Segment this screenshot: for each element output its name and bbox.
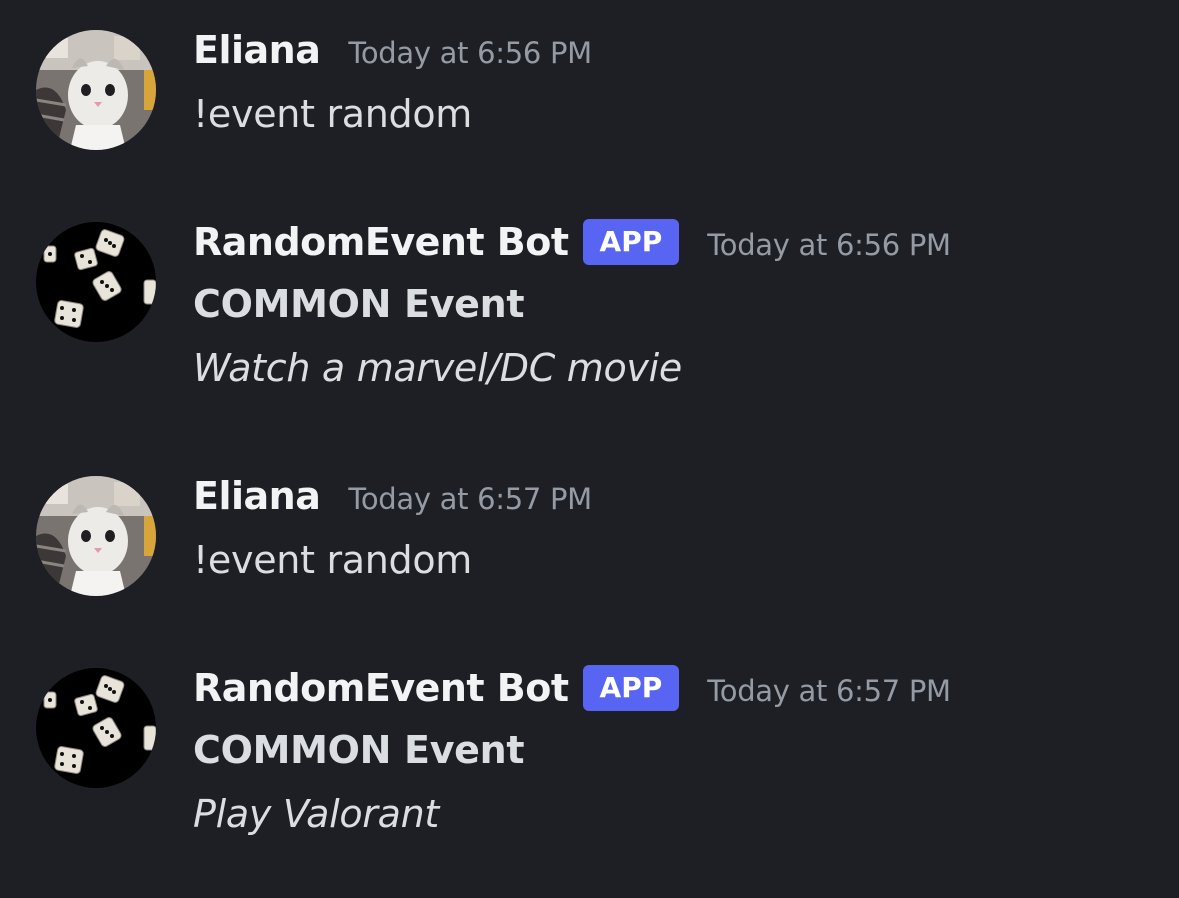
author-name[interactable]: Eliana [193, 28, 321, 72]
message-timestamp: Today at 6:56 PM [348, 36, 592, 70]
app-badge: APP [582, 665, 680, 711]
message-header: RandomEvent Bot APP Today at 6:56 PM [193, 219, 951, 269]
event-title: COMMON Event [193, 728, 525, 772]
author-name[interactable]: Eliana [193, 474, 321, 518]
message-content: !event random [193, 92, 473, 136]
message-content: !event random [193, 538, 473, 582]
cat-avatar[interactable] [36, 476, 156, 596]
message-timestamp: Today at 6:56 PM [707, 228, 951, 262]
dice-avatar[interactable] [36, 668, 156, 788]
dice-avatar[interactable] [36, 222, 156, 342]
chat-message-list: Eliana Today at 6:56 PM !event random Ra… [0, 0, 1179, 898]
message-header: Eliana Today at 6:56 PM [193, 28, 592, 72]
event-description: Watch a marvel/DC movie [193, 346, 682, 390]
cat-avatar[interactable] [36, 30, 156, 150]
app-badge: APP [582, 219, 680, 265]
author-name[interactable]: RandomEvent Bot [193, 666, 569, 710]
event-description: Play Valorant [193, 792, 439, 836]
author-name[interactable]: RandomEvent Bot [193, 220, 569, 264]
message-timestamp: Today at 6:57 PM [707, 674, 951, 708]
event-title: COMMON Event [193, 282, 525, 326]
message-timestamp: Today at 6:57 PM [348, 482, 592, 516]
message-header: RandomEvent Bot APP Today at 6:57 PM [193, 665, 951, 715]
message-header: Eliana Today at 6:57 PM [193, 474, 592, 518]
